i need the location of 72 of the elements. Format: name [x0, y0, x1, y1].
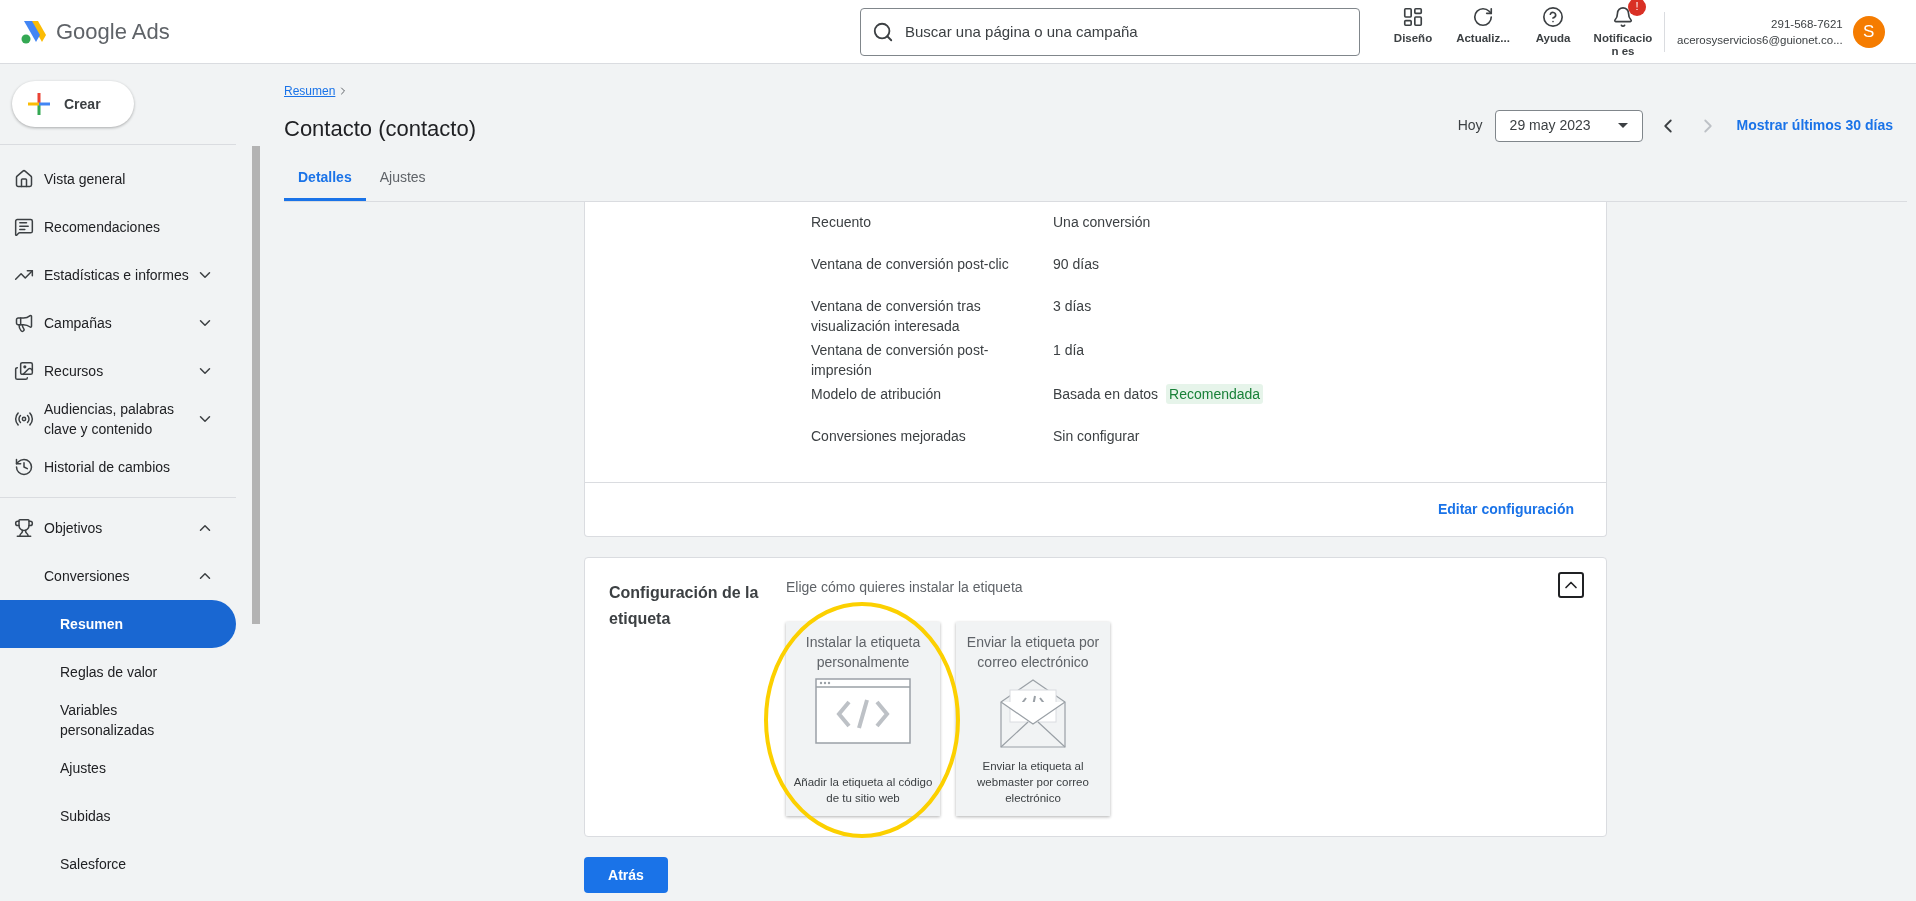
- app-name: Google Ads: [56, 18, 170, 46]
- install-option-card[interactable]: Enviar la etiqueta por correo electrónico Enviar la etiqueta al webmaster por correo electrónico: [956, 622, 1110, 816]
- date-select[interactable]: 29 may 2023: [1494, 109, 1643, 142]
- sidebar-item[interactable]: Subidas: [0, 792, 236, 840]
- sidebar-item[interactable]: Audiencias, palabras clave y contenido: [0, 395, 236, 443]
- sidebar-item[interactable]: Reglas de valor: [0, 648, 236, 696]
- images-icon: [14, 361, 34, 381]
- dropdown-caret-icon: [1617, 123, 1628, 128]
- bell-icon: [1612, 5, 1634, 28]
- option-title: Instalar la etiqueta personalmente: [804, 633, 922, 672]
- setting-label: Recuento: [811, 213, 872, 232]
- setting-label: Ventana de conversión post-impresión: [811, 341, 990, 380]
- toolbar-button[interactable]: Diseño: [1378, 5, 1448, 45]
- section-prompt: Elige cómo quieres instalar la etiqueta: [786, 578, 1023, 597]
- breadcrumb-link[interactable]: Resumen: [284, 82, 336, 100]
- setting-label: Ventana de conversión post-clic: [811, 255, 1010, 274]
- install-option-card[interactable]: Instalar la etiqueta personalmente Añadir la etiqueta al código de tu sitio web: [786, 622, 940, 816]
- search-icon: [872, 20, 894, 43]
- date-range-link[interactable]: Mostrar últimos 30 días: [1736, 115, 1893, 136]
- back-button[interactable]: Atrás: [584, 857, 668, 893]
- setting-value: 90 días: [1053, 255, 1099, 274]
- browser-code-icon: [815, 678, 911, 744]
- alert-badge: !: [1628, 0, 1646, 16]
- option-title: Enviar la etiqueta por correo electrónico: [965, 633, 1101, 672]
- trophy-icon: [14, 518, 34, 538]
- account-email: acerosyservicios6@guionet.co...: [1677, 32, 1843, 48]
- account-phone: 291-568-7621: [1771, 16, 1843, 32]
- sidebar-item[interactable]: Recomendaciones: [0, 203, 236, 251]
- help-icon: [1542, 5, 1564, 28]
- scrollbar[interactable]: [252, 146, 260, 624]
- sidebar-item[interactable]: Campañas: [0, 299, 236, 347]
- sidebar-item[interactable]: Conversiones: [0, 552, 236, 600]
- sidebar-item[interactable]: Ajustes: [0, 744, 236, 792]
- setting-label: Ventana de conversión tras visualización interesada: [811, 297, 982, 336]
- broadcast-icon: [14, 409, 34, 429]
- section-title: Configuración de la etiqueta: [608, 583, 760, 629]
- tab[interactable]: Detalles: [284, 157, 366, 201]
- page-title: Contacto (contacto): [284, 115, 477, 143]
- sidebar-item[interactable]: Objetivos: [0, 504, 236, 552]
- sidebar-item[interactable]: Variables personalizadas: [0, 696, 236, 744]
- sidebar-item[interactable]: Resumen: [0, 600, 236, 648]
- toolbar-button[interactable]: Actualiz...: [1448, 5, 1518, 45]
- logo-icon: [20, 18, 48, 45]
- recommended-tag: Recomendada: [1166, 384, 1264, 404]
- option-description: Añadir la etiqueta al código de tu sitio web: [792, 775, 934, 806]
- home-icon: [14, 169, 34, 189]
- create-button[interactable]: Crear: [12, 81, 134, 127]
- setting-label: Modelo de atribución: [811, 385, 942, 404]
- setting-value: Basada en datos: [1053, 385, 1159, 404]
- envelope-code-icon: [1000, 678, 1066, 748]
- sidebar-item[interactable]: Estadísticas e informes: [0, 251, 236, 299]
- setting-value: 1 día: [1053, 341, 1085, 360]
- sidebar-item[interactable]: Historial de cambios: [0, 443, 236, 491]
- setting-value: Sin configurar: [1053, 427, 1140, 446]
- option-description: Enviar la etiqueta al webmaster por correo electrónico: [976, 759, 1090, 806]
- tab[interactable]: Ajustes: [365, 157, 440, 201]
- sidebar-item[interactable]: Salesforce: [0, 840, 236, 888]
- sidebar-item[interactable]: Recursos: [0, 347, 236, 395]
- layout-icon: [1402, 5, 1424, 28]
- megaphone-icon: [14, 313, 34, 333]
- setting-value: Una conversión: [1053, 213, 1151, 232]
- edit-settings-link[interactable]: Editar configuración: [1437, 499, 1574, 520]
- history-icon: [14, 457, 34, 477]
- search-field[interactable]: Buscar una página o una campaña: [860, 7, 1360, 56]
- setting-value: 3 días: [1053, 297, 1092, 316]
- date-label: Hoy: [1457, 116, 1483, 135]
- refresh-icon: [1472, 5, 1494, 28]
- sidebar-item[interactable]: Vista general: [0, 155, 236, 203]
- collapse-button[interactable]: [1558, 572, 1584, 598]
- toolbar-button[interactable]: Ayuda: [1518, 5, 1588, 45]
- setting-label: Conversiones mejoradas: [811, 427, 967, 446]
- plus-icon: [28, 93, 50, 115]
